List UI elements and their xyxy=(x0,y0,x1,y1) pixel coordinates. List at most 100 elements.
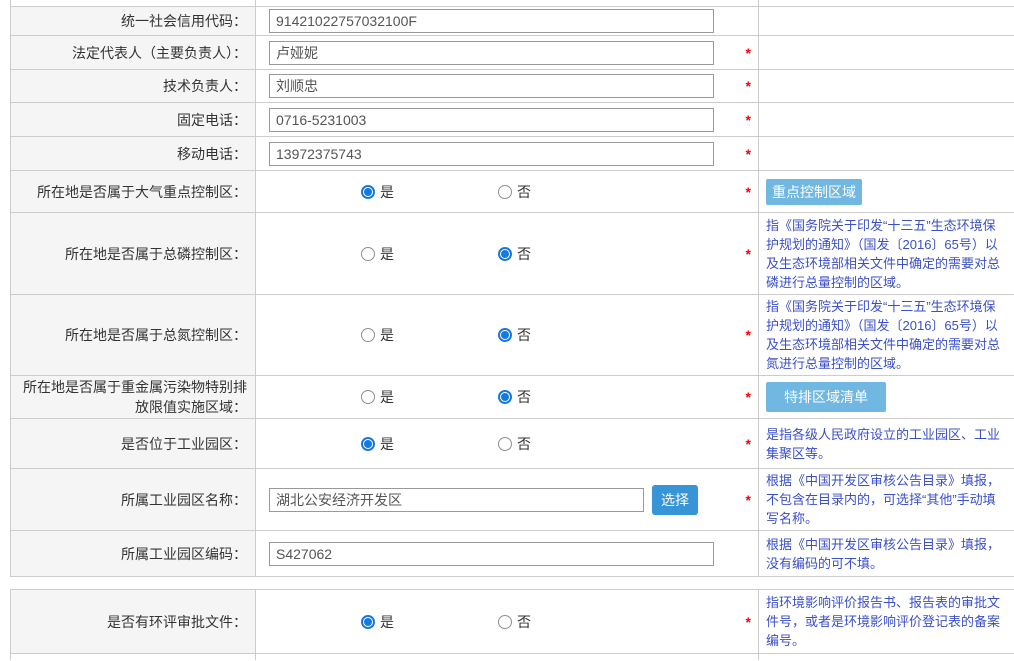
required-star: * xyxy=(746,492,751,508)
registration-form-table: 统一社会信用代码： 法定代表人（主要负责人）： * 技术负责人： * 固定电话：… xyxy=(10,0,1014,577)
key-control-region-button[interactable]: 重点控制区域 xyxy=(766,179,862,205)
nitrogen-region-label: 所在地是否属于总氮控制区： xyxy=(11,295,256,375)
tech-lead-input[interactable] xyxy=(269,74,714,98)
credit-code-note xyxy=(759,7,1014,35)
park-code-note: 根据《中国开发区审核公告目录》填报，没有编码的可不填。 xyxy=(759,531,1014,576)
partial-label-cell xyxy=(11,0,256,6)
special-emission-list-button[interactable]: 特排区域清单 xyxy=(766,382,886,412)
radio-yes[interactable]: 是 xyxy=(361,612,394,632)
mobile-note xyxy=(759,137,1014,170)
row-eia-approval: 是否有环评审批文件： 是 否 * 指环境影响评价报告书、报告表的审批文件号，或者… xyxy=(11,590,1014,654)
row-heavy-metal-region: 所在地是否属于重金属污染物特别排放限值实施区域： 是 否 * 特排区域清单 xyxy=(11,376,1014,419)
required-star: * xyxy=(746,78,751,94)
required-star: * xyxy=(746,614,751,630)
radio-no-label: 否 xyxy=(517,244,531,264)
radio-no[interactable]: 否 xyxy=(498,244,531,264)
heavy-metal-region-label: 所在地是否属于重金属污染物特别排放限值实施区域： xyxy=(11,376,256,418)
row-industrial-park: 是否位于工业园区： 是 否 * 是指各级人民政府设立的工业园区、工业集聚区等。 xyxy=(11,419,1014,469)
partial-row-top xyxy=(11,0,1014,7)
eia-form-table: 是否有环评审批文件： 是 否 * 指环境影响评价报告书、报告表的审批文件号，或者… xyxy=(10,589,1014,660)
heavy-metal-radio-group: 是 否 xyxy=(361,387,531,407)
required-star: * xyxy=(746,327,751,343)
mobile-label: 移动电话： xyxy=(11,137,256,170)
eia-approval-content: 是 否 * xyxy=(256,590,759,653)
phosphorus-region-content: 是 否 * xyxy=(256,213,759,294)
air-key-region-radio-group: 是 否 xyxy=(361,182,531,202)
legal-rep-label: 法定代表人（主要负责人）： xyxy=(11,36,256,69)
radio-no[interactable]: 否 xyxy=(498,612,531,632)
radio-no-label: 否 xyxy=(517,434,531,454)
credit-code-content xyxy=(256,7,759,35)
partial-content-cell xyxy=(256,654,759,660)
radio-yes-label: 是 xyxy=(380,387,394,407)
park-name-input[interactable] xyxy=(269,488,644,512)
radio-yes-label: 是 xyxy=(380,434,394,454)
credit-code-input[interactable] xyxy=(269,9,714,33)
radio-yes[interactable]: 是 xyxy=(361,244,394,264)
industrial-park-radio-group: 是 否 xyxy=(361,434,531,454)
row-credit-code: 统一社会信用代码： xyxy=(11,7,1014,36)
radio-yes-label: 是 xyxy=(380,612,394,632)
nitrogen-region-content: 是 否 * xyxy=(256,295,759,375)
radio-no-label: 否 xyxy=(517,387,531,407)
landline-input[interactable] xyxy=(269,108,714,132)
park-name-content: 选择 * xyxy=(256,469,759,530)
radio-yes[interactable]: 是 xyxy=(361,182,394,202)
heavy-metal-region-note: 特排区域清单 xyxy=(759,376,1014,418)
radio-unselected-icon xyxy=(361,328,375,342)
landline-note xyxy=(759,103,1014,136)
legal-rep-input[interactable] xyxy=(269,41,714,65)
radio-no-label: 否 xyxy=(517,325,531,345)
mobile-input[interactable] xyxy=(269,142,714,166)
legal-rep-note xyxy=(759,36,1014,69)
row-nitrogen-region: 所在地是否属于总氮控制区： 是 否 * 指《国务院关于印发“十三五”生态环境保护… xyxy=(11,295,1014,376)
tech-lead-note xyxy=(759,70,1014,102)
required-star: * xyxy=(746,246,751,262)
industrial-park-label: 是否位于工业园区： xyxy=(11,419,256,468)
radio-yes[interactable]: 是 xyxy=(361,434,394,454)
table-separator xyxy=(0,577,1014,589)
eia-approval-note: 指环境影响评价报告书、报告表的审批文件号，或者是环境影响评价登记表的备案编号。 xyxy=(759,590,1014,653)
park-code-label: 所属工业园区编码： xyxy=(11,531,256,576)
radio-no[interactable]: 否 xyxy=(498,434,531,454)
required-star: * xyxy=(746,436,751,452)
radio-selected-icon xyxy=(361,615,375,629)
air-key-region-content: 是 否 * xyxy=(256,171,759,212)
radio-no[interactable]: 否 xyxy=(498,182,531,202)
landline-label: 固定电话： xyxy=(11,103,256,136)
required-star: * xyxy=(746,184,751,200)
radio-no-label: 否 xyxy=(517,182,531,202)
heavy-metal-region-content: 是 否 * xyxy=(256,376,759,418)
park-code-input[interactable] xyxy=(269,542,714,566)
radio-yes-label: 是 xyxy=(380,182,394,202)
nitrogen-region-note: 指《国务院关于印发“十三五”生态环境保护规划的通知》（国发〔2016〕65号）以… xyxy=(759,295,1014,375)
park-name-note: 根据《中国开发区审核公告目录》填报，不包含在目录内的，可选择“其他”手动填写名称… xyxy=(759,469,1014,530)
radio-no[interactable]: 否 xyxy=(498,387,531,407)
select-button[interactable]: 选择 xyxy=(652,485,698,515)
row-tech-lead: 技术负责人： * xyxy=(11,70,1014,103)
row-park-code: 所属工业园区编码： 根据《中国开发区审核公告目录》填报，没有编码的可不填。 xyxy=(11,531,1014,577)
radio-yes[interactable]: 是 xyxy=(361,387,394,407)
row-legal-rep: 法定代表人（主要负责人）： * xyxy=(11,36,1014,70)
industrial-park-note: 是指各级人民政府设立的工业园区、工业集聚区等。 xyxy=(759,419,1014,468)
credit-code-label: 统一社会信用代码： xyxy=(11,7,256,35)
radio-no[interactable]: 否 xyxy=(498,325,531,345)
radio-selected-icon xyxy=(361,437,375,451)
required-star: * xyxy=(746,389,751,405)
row-phosphorus-region: 所在地是否属于总磷控制区： 是 否 * 指《国务院关于印发“十三五”生态环境保护… xyxy=(11,213,1014,295)
legal-rep-content: * xyxy=(256,36,759,69)
radio-unselected-icon xyxy=(498,615,512,629)
radio-selected-icon xyxy=(361,185,375,199)
park-code-content xyxy=(256,531,759,576)
row-air-key-region: 所在地是否属于大气重点控制区： 是 否 * 重点控制区域 xyxy=(11,171,1014,213)
phosphorus-region-label: 所在地是否属于总磷控制区： xyxy=(11,213,256,294)
row-mobile: 移动电话： * xyxy=(11,137,1014,171)
radio-yes[interactable]: 是 xyxy=(361,325,394,345)
required-star: * xyxy=(746,45,751,61)
radio-unselected-icon xyxy=(361,247,375,261)
required-star: * xyxy=(746,146,751,162)
nitrogen-region-radio-group: 是 否 xyxy=(361,325,531,345)
partial-label-cell xyxy=(11,654,256,660)
tech-lead-label: 技术负责人： xyxy=(11,70,256,102)
radio-yes-label: 是 xyxy=(380,325,394,345)
